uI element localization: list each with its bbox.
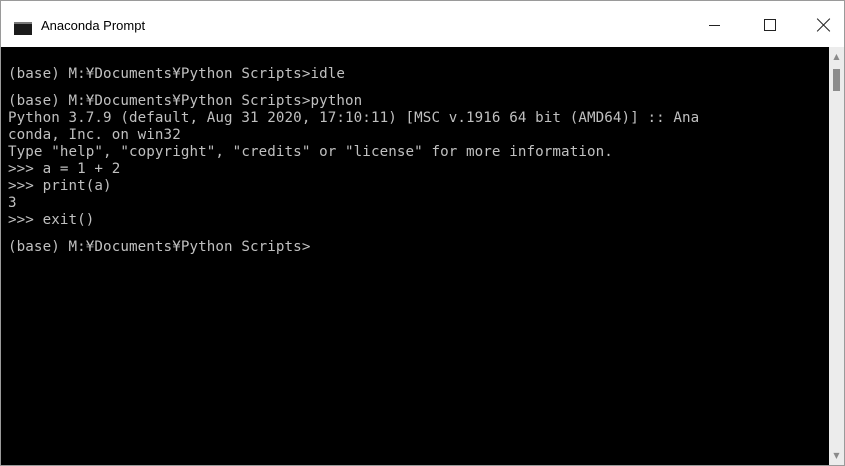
scrollbar-thumb[interactable] — [833, 69, 840, 91]
console-prompt-line[interactable]: (base) M:¥Documents¥Python Scripts> — [8, 239, 699, 256]
console-line: conda, Inc. on win32 — [8, 127, 181, 143]
minimize-icon — [708, 24, 720, 26]
minimize-button[interactable] — [691, 1, 737, 47]
window-title: Anaconda Prompt — [41, 18, 146, 33]
console-line: 3 — [8, 195, 17, 211]
console-output-area[interactable]: (base) M:¥Documents¥Python Scripts>idle … — [1, 47, 828, 465]
console-line: >>> print(a) — [8, 178, 112, 194]
console-lines: (base) M:¥Documents¥Python Scripts>idle … — [8, 66, 699, 256]
console-app-icon[interactable] — [14, 22, 32, 35]
console-line: Python 3.7.9 (default, Aug 31 2020, 17:1… — [8, 110, 700, 126]
console-line: >>> a = 1 + 2 — [8, 161, 121, 177]
title-bar[interactable]: Anaconda Prompt — [1, 1, 844, 47]
maximize-icon — [764, 19, 776, 31]
console-line: (base) M:¥Documents¥Python Scripts>idle — [8, 66, 346, 82]
close-button[interactable] — [801, 1, 844, 47]
close-icon — [817, 18, 831, 32]
scroll-up-arrow-icon[interactable]: ▲ — [829, 49, 844, 64]
anaconda-prompt-window: Anaconda Prompt (base) M:¥Documents¥Pyth… — [0, 0, 845, 466]
console-line: Type "help", "copyright", "credits" or "… — [8, 144, 613, 160]
vertical-scrollbar[interactable]: ▲ ▼ — [829, 47, 844, 465]
console-line: (base) M:¥Documents¥Python Scripts>pytho… — [8, 93, 363, 109]
console-line: >>> exit() — [8, 212, 95, 228]
scroll-down-arrow-icon[interactable]: ▼ — [829, 448, 844, 463]
maximize-button[interactable] — [747, 1, 793, 47]
